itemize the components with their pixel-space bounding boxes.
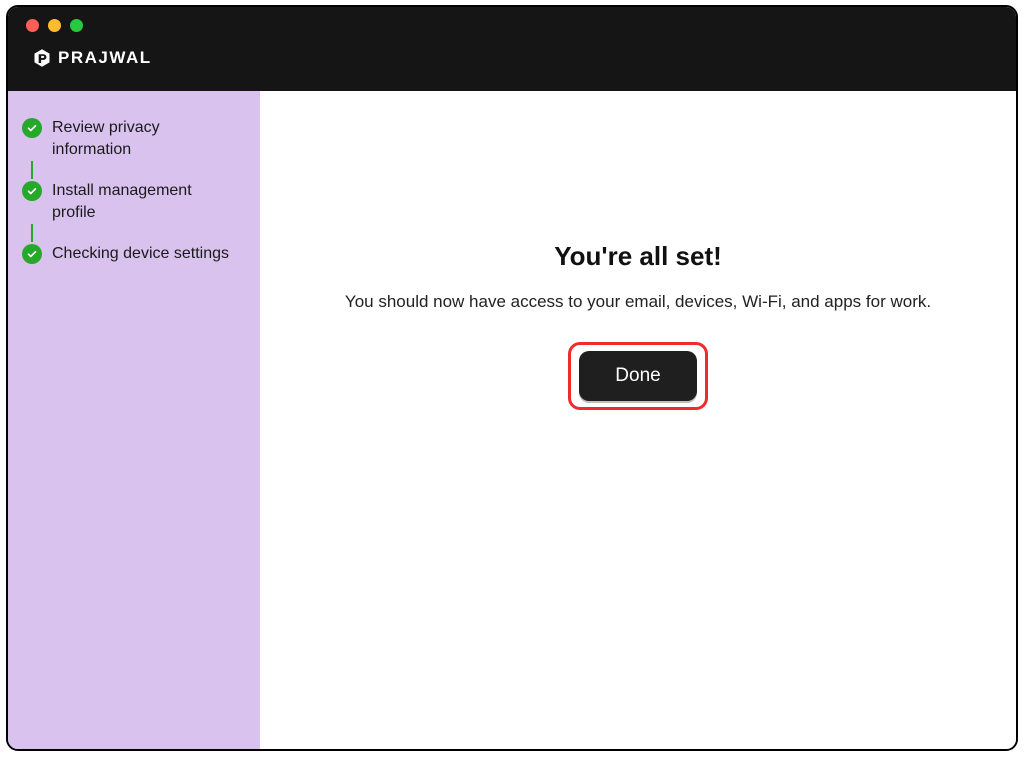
check-circle-icon xyxy=(22,244,42,264)
done-highlight-box: Done xyxy=(568,342,707,410)
brand-name: PRAJWAL xyxy=(58,48,152,68)
close-window-icon[interactable] xyxy=(26,19,39,32)
minimize-window-icon[interactable] xyxy=(48,19,61,32)
step-list: Review privacy information Install manag… xyxy=(22,117,246,265)
main-content: You're all set! You should now have acce… xyxy=(260,91,1016,749)
check-circle-icon xyxy=(22,118,42,138)
brand: PRAJWAL xyxy=(22,48,1002,68)
step-label: Review privacy information xyxy=(52,117,232,160)
done-button[interactable]: Done xyxy=(579,351,696,401)
window-controls xyxy=(22,17,1002,32)
step-label: Checking device settings xyxy=(52,243,229,265)
check-circle-icon xyxy=(22,181,42,201)
step-connector xyxy=(31,161,33,179)
brand-logo-icon xyxy=(32,48,52,68)
step-connector xyxy=(31,224,33,242)
step-check-settings: Checking device settings xyxy=(22,243,246,265)
step-review-privacy: Review privacy information xyxy=(22,117,246,160)
page-title: You're all set! xyxy=(554,241,722,272)
sidebar: Review privacy information Install manag… xyxy=(8,91,260,749)
app-window: PRAJWAL Review privacy information Insta… xyxy=(6,5,1018,751)
titlebar: PRAJWAL xyxy=(8,7,1016,91)
step-install-profile: Install management profile xyxy=(22,180,246,223)
page-subtext: You should now have access to your email… xyxy=(345,292,931,312)
maximize-window-icon[interactable] xyxy=(70,19,83,32)
step-label: Install management profile xyxy=(52,180,232,223)
